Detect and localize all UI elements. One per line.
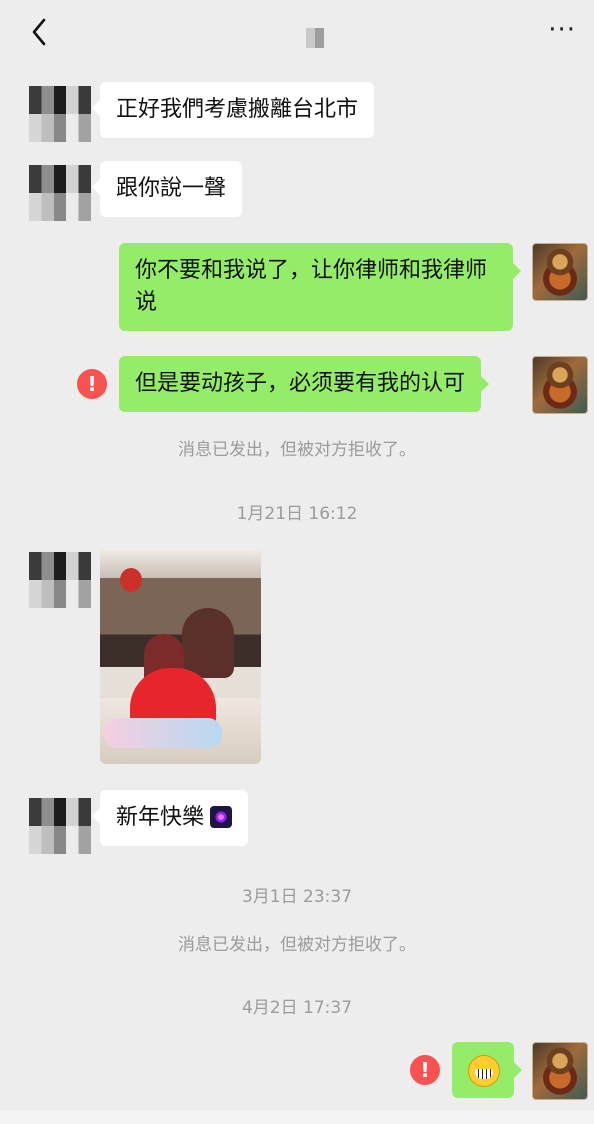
my-avatar[interactable]	[532, 243, 588, 301]
back-chevron-icon[interactable]	[26, 16, 54, 48]
message-text: 新年快樂	[116, 805, 205, 830]
input-area-edge	[0, 1110, 594, 1124]
timestamp: 1月21日 16:12	[236, 504, 358, 524]
contact-avatar[interactable]	[29, 552, 91, 608]
message-bubble-sent-emoji[interactable]	[452, 1042, 522, 1098]
system-message-rejected: 消息已发出，但被对方拒收了。	[178, 935, 416, 955]
message-bubble-sent[interactable]: 你不要和我说了，让你律师和我律师说	[119, 243, 521, 331]
contact-name-blurred	[306, 28, 324, 48]
send-failed-icon[interactable]: !	[77, 369, 107, 399]
timestamp: 4月2日 17:37	[241, 998, 353, 1018]
message-bubble-received[interactable]: 跟你說一聲	[91, 161, 243, 217]
message-bubble-received[interactable]: 新年快樂	[91, 790, 249, 846]
my-avatar[interactable]	[532, 356, 588, 414]
timestamp: 3月1日 23:37	[241, 887, 353, 907]
fireworks-emoji-icon	[210, 806, 233, 828]
grinning-face-emoji-icon	[468, 1055, 500, 1087]
my-avatar[interactable]	[532, 1042, 588, 1100]
contact-avatar[interactable]	[29, 798, 91, 854]
contact-avatar[interactable]	[29, 165, 91, 221]
system-message-rejected: 消息已发出，但被对方拒收了。	[178, 440, 416, 460]
send-failed-icon[interactable]: !	[410, 1055, 440, 1085]
image-message[interactable]	[100, 548, 261, 764]
more-options-button[interactable]: ···	[548, 17, 576, 43]
message-bubble-received[interactable]: 正好我們考慮搬離台北市	[91, 82, 375, 138]
chat-header: ···	[0, 0, 594, 66]
contact-avatar[interactable]	[29, 86, 91, 142]
message-bubble-sent[interactable]: 但是要动孩子，必须要有我的认可	[119, 356, 490, 412]
